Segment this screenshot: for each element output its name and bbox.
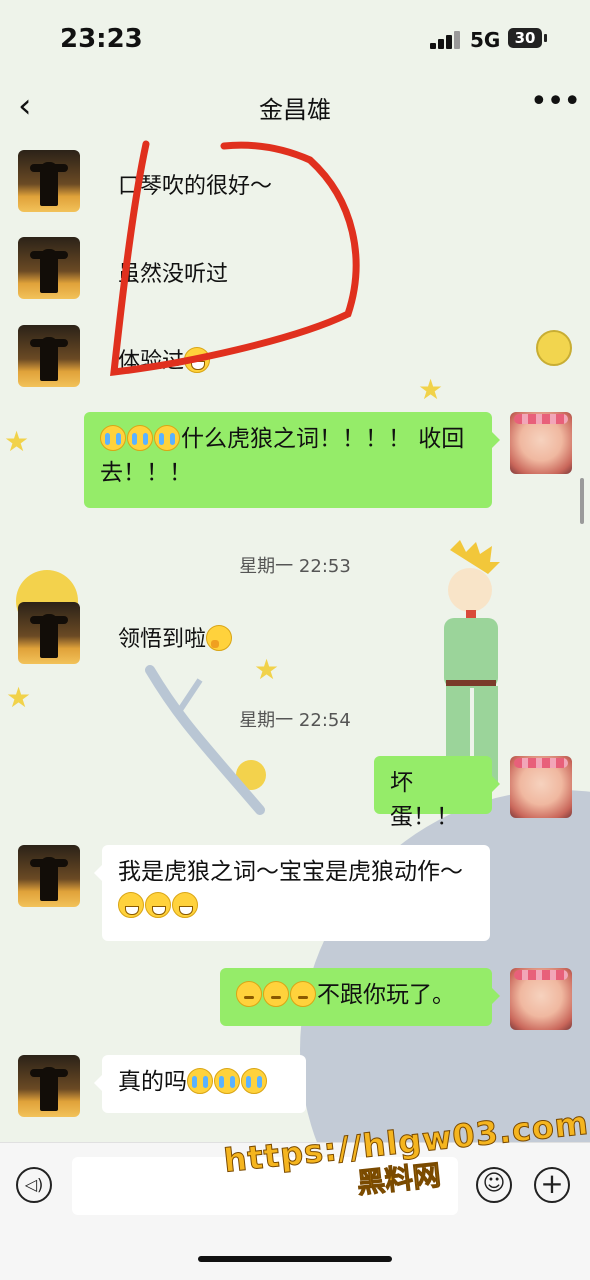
contact-message-bubble[interactable]: 真的吗 bbox=[94, 1055, 306, 1113]
contact-avatar[interactable] bbox=[18, 150, 80, 212]
crying-emoji-icon bbox=[214, 1068, 240, 1094]
contact-avatar[interactable] bbox=[18, 1055, 80, 1117]
contact-message-bubble[interactable]: 我是虎狼之词～宝宝是虎狼动作～ bbox=[94, 845, 490, 941]
my-avatar[interactable] bbox=[510, 968, 572, 1030]
wallpaper-moon bbox=[536, 330, 572, 366]
grin-emoji-icon bbox=[172, 892, 198, 918]
network-type: 5G bbox=[470, 28, 501, 52]
my-avatar[interactable] bbox=[510, 756, 572, 818]
battery-icon: 30 bbox=[508, 28, 547, 48]
wallpaper-branch bbox=[145, 665, 265, 815]
thinking-emoji-icon bbox=[206, 625, 233, 651]
star-icon: ★ bbox=[418, 373, 444, 406]
status-bar: 23:23 5G 30 bbox=[0, 0, 590, 78]
crying-emoji-icon bbox=[187, 1068, 213, 1094]
voice-input-icon[interactable]: ◁) bbox=[16, 1167, 52, 1203]
my-message-bubble[interactable]: 坏蛋！！ bbox=[374, 756, 500, 830]
message-text: 领悟到啦 bbox=[118, 621, 233, 653]
timestamp: 星期一 22:54 bbox=[239, 710, 351, 731]
message-text: 坏蛋！！ bbox=[390, 770, 459, 830]
message-text: 虽然没听过 bbox=[118, 262, 229, 287]
my-avatar[interactable] bbox=[510, 412, 572, 474]
scrollbar[interactable] bbox=[580, 478, 584, 524]
smirk-emoji-icon bbox=[290, 981, 316, 1007]
message-text: 我是虎狼之词～宝宝是虎狼动作～ bbox=[118, 859, 463, 885]
contact-avatar[interactable] bbox=[18, 325, 80, 387]
more-options-icon[interactable]: ••• bbox=[530, 84, 581, 119]
grin-emoji-icon bbox=[118, 892, 144, 918]
my-message-bubble[interactable]: 什么虎狼之词！！！！ 收回去！！！ bbox=[84, 412, 500, 508]
smirk-emoji-icon bbox=[236, 981, 262, 1007]
message-text: 真的吗 bbox=[118, 1069, 187, 1095]
contact-avatar[interactable] bbox=[18, 602, 80, 664]
smirk-emoji-icon bbox=[263, 981, 289, 1007]
message-text: 不跟你玩了。 bbox=[317, 982, 455, 1008]
grin-emoji-icon bbox=[145, 892, 171, 918]
status-time: 23:23 bbox=[60, 24, 143, 54]
chat-screen: ★ ★ ★ ★ 23:23 5G 30 ‹ 金昌雄 ••• 口琴吹的很好～ 虽然… bbox=[0, 0, 590, 1280]
contact-name: 金昌雄 bbox=[259, 96, 331, 124]
contact-avatar[interactable] bbox=[18, 845, 80, 907]
timestamp: 星期一 22:53 bbox=[239, 556, 351, 577]
tears-of-joy-emoji-icon bbox=[127, 425, 153, 451]
my-message-bubble[interactable]: 不跟你玩了。 bbox=[220, 968, 500, 1026]
chat-header: ‹ 金昌雄 ••• bbox=[0, 78, 590, 138]
star-icon: ★ bbox=[4, 425, 30, 458]
grin-emoji-icon bbox=[184, 347, 211, 373]
home-indicator bbox=[198, 1256, 392, 1262]
message-text: 口琴吹的很好～ bbox=[118, 174, 273, 199]
message-text: 体验过 bbox=[118, 343, 211, 375]
signal-icon bbox=[430, 30, 462, 49]
tears-of-joy-emoji-icon bbox=[100, 425, 126, 451]
crying-emoji-icon bbox=[241, 1068, 267, 1094]
tears-of-joy-emoji-icon bbox=[154, 425, 180, 451]
contact-avatar[interactable] bbox=[18, 237, 80, 299]
